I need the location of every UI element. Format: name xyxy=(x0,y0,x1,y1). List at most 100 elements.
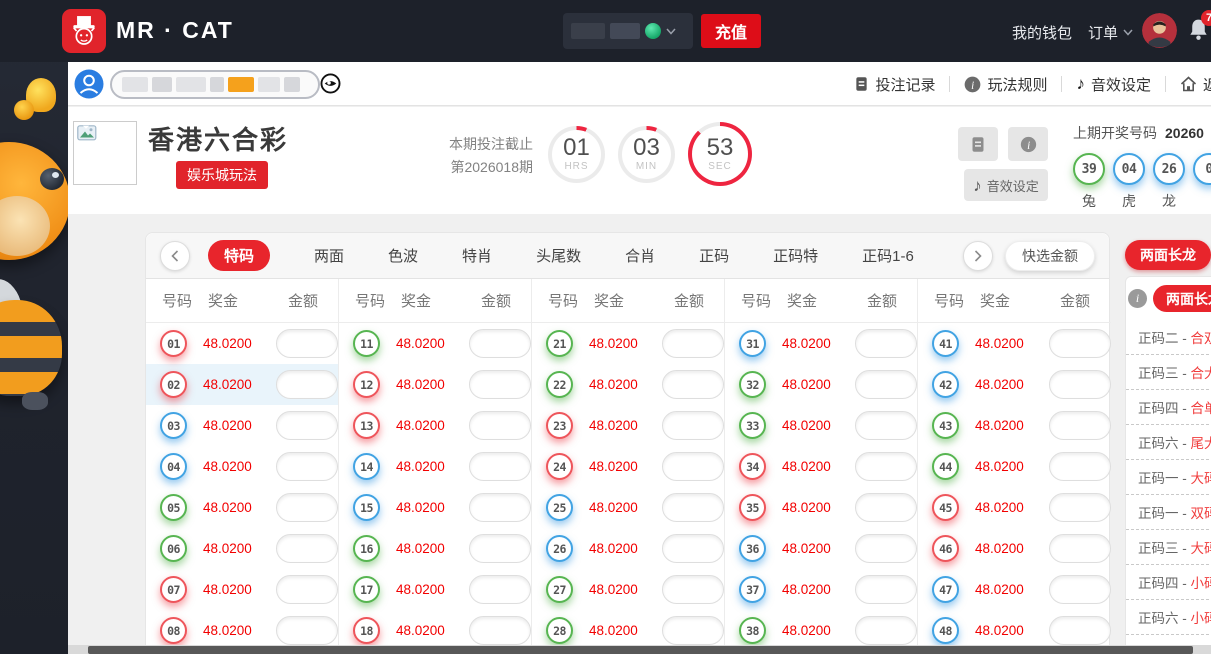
bet-cell-23[interactable]: 2348.0200 xyxy=(532,405,724,446)
bet-cell-27[interactable]: 2748.0200 xyxy=(532,569,724,610)
bet-cell-12[interactable]: 1248.0200 xyxy=(339,364,531,405)
scrollbar-thumb[interactable] xyxy=(88,646,1193,654)
streak-item[interactable]: 正码四 - 小码 xyxy=(1126,565,1211,600)
amount-input-14[interactable] xyxy=(469,452,531,481)
orders-link[interactable]: 订单 xyxy=(1088,22,1133,43)
amount-input-23[interactable] xyxy=(662,411,724,440)
avatar[interactable] xyxy=(1142,13,1177,48)
amount-input-07[interactable] xyxy=(276,575,338,604)
toggle-visibility-eye-icon[interactable] xyxy=(320,73,341,94)
quick-amount-button[interactable]: 快选金额 xyxy=(1005,241,1095,271)
amount-input-06[interactable] xyxy=(276,534,338,563)
bet-cell-22[interactable]: 2248.0200 xyxy=(532,364,724,405)
amount-input-18[interactable] xyxy=(469,616,531,645)
bet-cell-41[interactable]: 4148.0200 xyxy=(918,323,1111,364)
streak-item[interactable]: 正码一 - 双码 xyxy=(1126,495,1211,530)
amount-input-47[interactable] xyxy=(1049,575,1111,604)
amount-input-41[interactable] xyxy=(1049,329,1111,358)
bet-cell-03[interactable]: 0348.0200 xyxy=(146,405,338,446)
amount-input-26[interactable] xyxy=(662,534,724,563)
amount-input-05[interactable] xyxy=(276,493,338,522)
amount-input-17[interactable] xyxy=(469,575,531,604)
bet-cell-07[interactable]: 0748.0200 xyxy=(146,569,338,610)
amount-input-31[interactable] xyxy=(855,329,917,358)
bet-cell-33[interactable]: 3348.0200 xyxy=(725,405,917,446)
amount-input-11[interactable] xyxy=(469,329,531,358)
bet-cell-16[interactable]: 1648.0200 xyxy=(339,528,531,569)
tabs-next-button[interactable] xyxy=(963,241,993,271)
tabs-prev-button[interactable] xyxy=(160,241,190,271)
my-wallet-link[interactable]: 我的钱包 xyxy=(1012,22,1072,43)
userbar-menu-item[interactable]: i玩法规则 xyxy=(964,74,1047,95)
streak-item[interactable]: 正码四 - 合单 xyxy=(1126,390,1211,425)
bet-type-tab[interactable]: 合肖 xyxy=(625,245,655,266)
amount-input-44[interactable] xyxy=(1049,452,1111,481)
bet-record-button[interactable] xyxy=(958,127,998,161)
bet-cell-25[interactable]: 2548.0200 xyxy=(532,487,724,528)
rules-info-button[interactable]: i xyxy=(1008,127,1048,161)
balance-display[interactable] xyxy=(563,13,693,49)
amount-input-13[interactable] xyxy=(469,411,531,440)
streak-item[interactable]: 正码三 - 大码 xyxy=(1126,530,1211,565)
amount-input-16[interactable] xyxy=(469,534,531,563)
bet-cell-37[interactable]: 3748.0200 xyxy=(725,569,917,610)
bet-cell-01[interactable]: 0148.0200 xyxy=(146,323,338,364)
bet-cell-17[interactable]: 1748.0200 xyxy=(339,569,531,610)
amount-input-33[interactable] xyxy=(855,411,917,440)
streak-item[interactable]: 正码六 - 尾大 xyxy=(1126,425,1211,460)
bet-cell-06[interactable]: 0648.0200 xyxy=(146,528,338,569)
amount-input-43[interactable] xyxy=(1049,411,1111,440)
bet-cell-35[interactable]: 3548.0200 xyxy=(725,487,917,528)
amount-input-04[interactable] xyxy=(276,452,338,481)
bet-cell-21[interactable]: 2148.0200 xyxy=(532,323,724,364)
amount-input-08[interactable] xyxy=(276,616,338,645)
bet-cell-34[interactable]: 3448.0200 xyxy=(725,446,917,487)
bet-cell-36[interactable]: 3648.0200 xyxy=(725,528,917,569)
bet-cell-32[interactable]: 3248.0200 xyxy=(725,364,917,405)
bet-cell-42[interactable]: 4248.0200 xyxy=(918,364,1111,405)
amount-input-45[interactable] xyxy=(1049,493,1111,522)
amount-input-12[interactable] xyxy=(469,370,531,399)
bet-type-tab[interactable]: 正码 xyxy=(699,245,729,266)
bet-cell-13[interactable]: 1348.0200 xyxy=(339,405,531,446)
streak-item[interactable]: 正码一 - 大码 xyxy=(1126,460,1211,495)
amount-input-42[interactable] xyxy=(1049,370,1111,399)
amount-input-02[interactable] xyxy=(276,370,338,399)
amount-input-38[interactable] xyxy=(855,616,917,645)
bet-type-tab[interactable]: 两面 xyxy=(314,245,344,266)
bet-cell-04[interactable]: 0448.0200 xyxy=(146,446,338,487)
bet-cell-14[interactable]: 1448.0200 xyxy=(339,446,531,487)
mrcat-logo-icon[interactable] xyxy=(62,9,106,53)
bet-type-tab[interactable]: 头尾数 xyxy=(536,245,581,266)
streak-tab-button[interactable]: 两面长龙 xyxy=(1125,240,1211,270)
bet-cell-31[interactable]: 3148.0200 xyxy=(725,323,917,364)
amount-input-22[interactable] xyxy=(662,370,724,399)
bet-type-tab[interactable]: 特肖 xyxy=(462,245,492,266)
bet-cell-24[interactable]: 2448.0200 xyxy=(532,446,724,487)
userbar-menu-item[interactable]: ♪音效设定 xyxy=(1076,74,1151,95)
bet-cell-47[interactable]: 4748.0200 xyxy=(918,569,1111,610)
amount-input-03[interactable] xyxy=(276,411,338,440)
amount-input-01[interactable] xyxy=(276,329,338,358)
info-icon[interactable]: i xyxy=(1128,289,1147,308)
bet-cell-44[interactable]: 4448.0200 xyxy=(918,446,1111,487)
bet-type-tab[interactable]: 特码 xyxy=(208,240,270,271)
amount-input-24[interactable] xyxy=(662,452,724,481)
userbar-menu-item[interactable]: 返回 xyxy=(1180,74,1211,95)
bet-cell-45[interactable]: 4548.0200 xyxy=(918,487,1111,528)
bet-type-tab[interactable]: 正码特 xyxy=(773,245,818,266)
amount-input-34[interactable] xyxy=(855,452,917,481)
streak-item[interactable]: 正码三 - 合大 xyxy=(1126,355,1211,390)
userbar-menu-item[interactable]: 投注记录 xyxy=(854,74,935,95)
amount-input-15[interactable] xyxy=(469,493,531,522)
amount-input-36[interactable] xyxy=(855,534,917,563)
bet-type-tab[interactable]: 正码1-6 xyxy=(862,245,914,266)
bet-cell-26[interactable]: 2648.0200 xyxy=(532,528,724,569)
sound-settings-button[interactable]: ♪ 音效设定 xyxy=(964,169,1048,201)
recharge-button[interactable]: 充值 xyxy=(701,14,761,48)
bet-cell-11[interactable]: 1148.0200 xyxy=(339,323,531,364)
amount-input-25[interactable] xyxy=(662,493,724,522)
amount-input-21[interactable] xyxy=(662,329,724,358)
bet-cell-46[interactable]: 4648.0200 xyxy=(918,528,1111,569)
bet-cell-02[interactable]: 0248.0200 xyxy=(146,364,338,405)
